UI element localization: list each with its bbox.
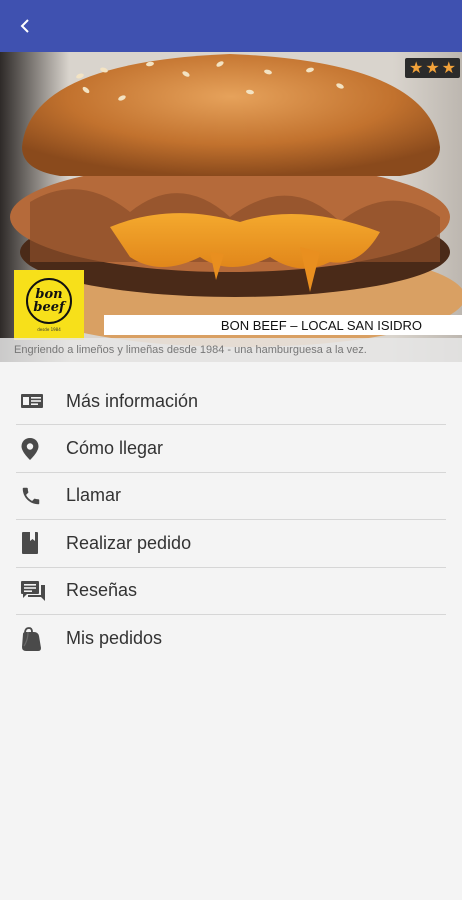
reviews-chat-icon (16, 577, 52, 605)
back-button[interactable] (8, 8, 44, 44)
menu-item-label: Más información (66, 390, 199, 411)
menu-item-label: Reseñas (66, 580, 138, 601)
chevron-left-icon (20, 19, 29, 33)
info-card-icon (16, 387, 52, 415)
menu-item-llamar[interactable]: Llamar (16, 473, 446, 521)
shopping-bag-icon (16, 625, 52, 653)
menu-item-mis-pedidos[interactable]: Mis pedidos (16, 615, 446, 662)
restaurant-name-bar: BON BEEF – LOCAL SAN ISIDRO (104, 315, 462, 335)
logo-text-line2: beef (33, 300, 65, 315)
tagline-bar: Engriendo a limeños y limeñas desde 1984… (0, 338, 462, 362)
hero-image: ★ ★ ★ bon beef desde 1984 BON BEEF – LOC… (0, 52, 462, 362)
order-book-icon (16, 529, 52, 557)
phone-icon (16, 482, 52, 510)
menu-item-label: Mis pedidos (66, 628, 163, 649)
logo-subtext: desde 1984 (37, 327, 61, 332)
star-icon: ★ (408, 58, 424, 77)
restaurant-name: BON BEEF – LOCAL SAN ISIDRO (220, 317, 422, 333)
menu-item-mas-informacion[interactable]: Más información (16, 378, 446, 426)
menu-item-resenas[interactable]: Reseñas (16, 568, 446, 615)
rating-stars: ★ ★ ★ (404, 58, 460, 78)
options-menu: Más información Cómo llegar Llamar Reali… (16, 378, 446, 662)
star-icon: ★ (441, 58, 456, 77)
menu-item-label: Llamar (66, 485, 122, 506)
menu-item-como-llegar[interactable]: Cómo llegar (16, 425, 446, 473)
menu-item-label: Cómo llegar (66, 438, 164, 459)
tagline: Engriendo a limeños y limeñas desde 1984… (14, 344, 367, 356)
menu-item-label: Realizar pedido (66, 532, 192, 553)
menu-item-realizar-pedido[interactable]: Realizar pedido (16, 520, 446, 568)
app-bar (0, 0, 462, 52)
star-icon: ★ (425, 58, 440, 77)
restaurant-logo: bon beef desde 1984 (14, 270, 84, 340)
location-pin-icon (16, 435, 52, 463)
